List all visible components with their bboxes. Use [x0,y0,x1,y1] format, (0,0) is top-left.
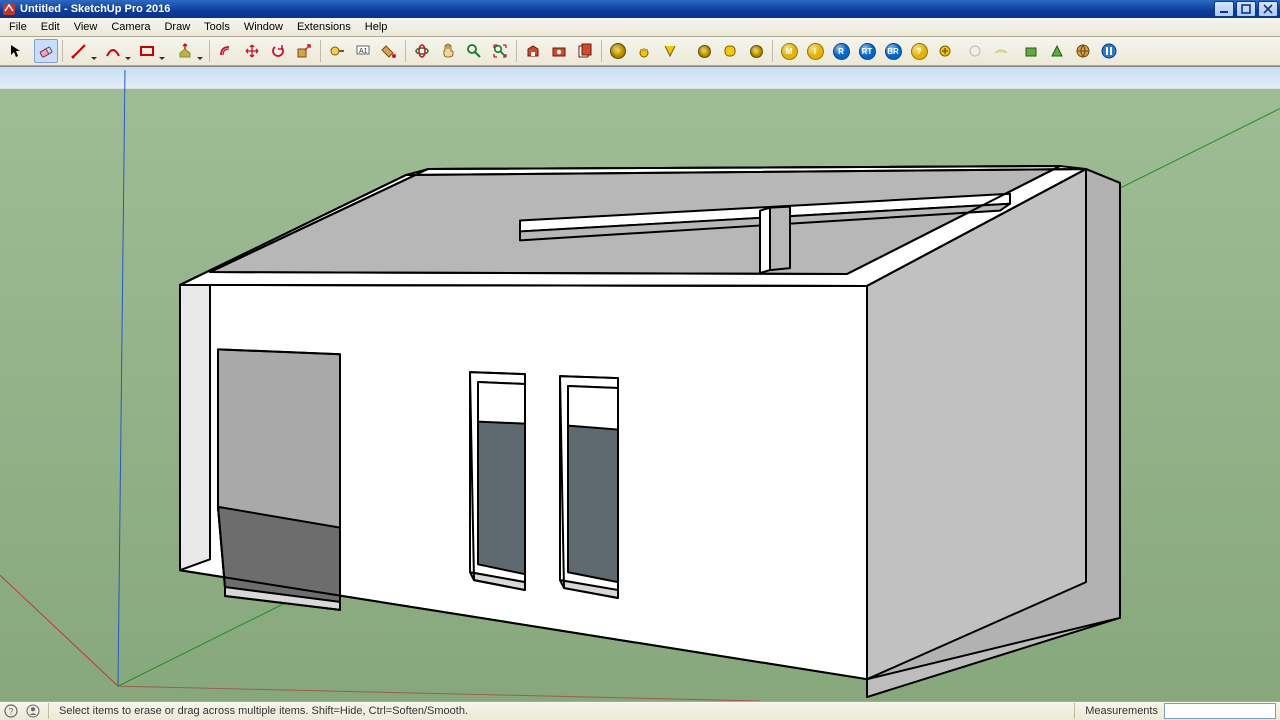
help-icon[interactable]: ? [3,703,19,719]
menu-camera[interactable]: Camera [104,20,157,34]
scale-tool-button[interactable] [292,39,316,63]
plugin-light-2[interactable] [989,39,1013,63]
pan-tool-button[interactable] [436,39,460,63]
close-button[interactable] [1258,1,1278,17]
line-tool-dropdown[interactable] [91,57,97,60]
plugin-globe-button[interactable] [1071,39,1095,63]
move-tool-button[interactable] [240,39,264,63]
plugin-orb-3[interactable] [658,39,682,63]
status-bar: ? Select items to erase or drag across m… [0,701,1280,720]
rectangle-tool-dropdown[interactable] [159,57,165,60]
m-orb-icon: M [781,43,798,60]
zoom-tool-button[interactable] [462,39,486,63]
svg-text:A1: A1 [359,48,368,55]
measurements-label: Measurements [1079,705,1164,717]
orb-icon [750,45,763,58]
menu-window[interactable]: Window [237,20,290,34]
plugin-help-button[interactable]: ? [907,39,931,63]
offset-tool-button[interactable] [214,39,238,63]
rotate-tool-button[interactable] [266,39,290,63]
user-icon[interactable] [25,703,41,719]
push-pull-tool-dropdown[interactable] [197,57,203,60]
rectangle-tool-button[interactable] [135,39,159,63]
help-orb-icon: ? [911,43,928,60]
menu-extensions[interactable]: Extensions [290,20,358,34]
plugin-green-1[interactable] [1019,39,1043,63]
orbit-tool-button[interactable] [410,39,434,63]
menu-draw[interactable]: Draw [157,20,197,34]
plugin-orb-small-3[interactable] [744,39,768,63]
arc-tool-dropdown[interactable] [125,57,131,60]
eraser-tool-button[interactable] [34,39,58,63]
minimize-button[interactable] [1214,1,1234,17]
window-title: Untitled - SketchUp Pro 2016 [20,3,1212,15]
plugin-orb-2[interactable] [632,39,656,63]
window-controls [1212,1,1278,17]
maximize-button[interactable] [1236,1,1256,17]
toolbar: A1 M i R RT BR ? [0,37,1280,66]
rt-orb-icon: RT [859,43,876,60]
menu-help[interactable]: Help [358,20,395,34]
plugin-br-button[interactable]: BR [881,39,905,63]
menu-bar: File Edit View Camera Draw Tools Window … [0,18,1280,37]
line-tool-button[interactable] [67,39,91,63]
arc-tool-button[interactable] [101,39,125,63]
select-tool-button[interactable] [4,39,28,63]
orb-icon [610,43,626,59]
plugin-light-1[interactable] [963,39,987,63]
menu-edit[interactable]: Edit [34,20,67,34]
orb-icon [698,45,711,58]
plugin-r-button[interactable]: R [829,39,853,63]
menu-file[interactable]: File [2,20,34,34]
tape-measure-tool-button[interactable] [325,39,349,63]
menu-view[interactable]: View [67,20,105,34]
layout-button[interactable] [573,39,597,63]
paint-bucket-tool-button[interactable] [377,39,401,63]
br-orb-icon: BR [885,43,902,60]
plugin-config-button[interactable] [933,39,957,63]
title-bar: Untitled - SketchUp Pro 2016 [0,0,1280,18]
plugin-m-button[interactable]: M [777,39,801,63]
plugin-orb-1[interactable] [606,39,630,63]
3d-warehouse-button[interactable] [521,39,545,63]
plugin-orb-small-1[interactable] [692,39,716,63]
text-tool-button[interactable]: A1 [351,39,375,63]
svg-text:?: ? [9,707,14,717]
r-orb-icon: R [833,43,850,60]
status-hint: Select items to erase or drag across mul… [53,705,1070,717]
plugin-rt-button[interactable]: RT [855,39,879,63]
plugin-green-2[interactable] [1045,39,1069,63]
app-icon [2,2,16,16]
extension-warehouse-button[interactable] [547,39,571,63]
plugin-pause-button[interactable] [1097,39,1121,63]
zoom-extents-tool-button[interactable] [488,39,512,63]
plugin-orb-small-2[interactable] [718,39,742,63]
measurements-input[interactable] [1164,703,1276,719]
plugin-info-button[interactable]: i [803,39,827,63]
viewport[interactable] [0,66,1280,701]
menu-tools[interactable]: Tools [197,20,237,34]
push-pull-tool-button[interactable] [173,39,197,63]
info-orb-icon: i [807,43,824,60]
